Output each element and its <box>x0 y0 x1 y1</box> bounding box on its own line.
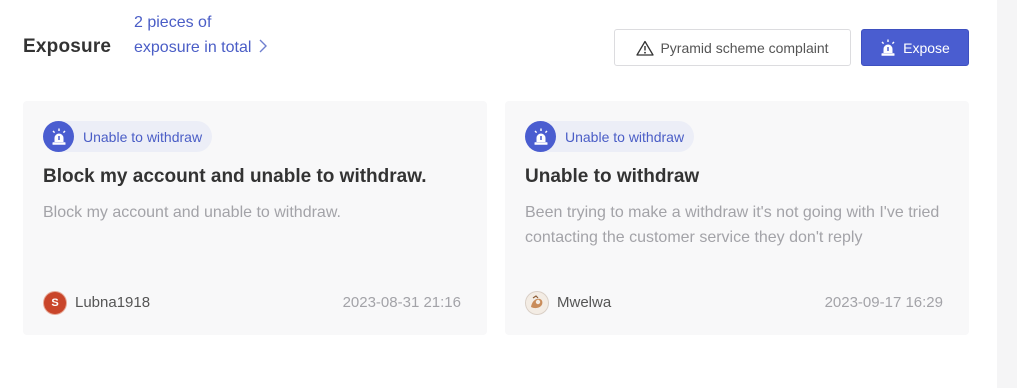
avatar-initial: S <box>51 297 59 309</box>
avatar[interactable] <box>526 292 548 314</box>
alarm-siren-icon <box>525 121 556 152</box>
exposure-header: Exposure 2 pieces of exposure in total P… <box>0 0 1000 95</box>
warning-triangle-icon <box>636 40 655 56</box>
alarm-siren-icon <box>43 121 74 152</box>
expose-button[interactable]: Expose <box>861 29 969 66</box>
author-name[interactable]: Lubna1918 <box>75 294 150 311</box>
expose-button-label: Expose <box>903 39 950 56</box>
exposure-count-link[interactable]: 2 pieces of exposure in total <box>134 10 252 60</box>
exposure-card[interactable]: Unable to withdraw Block my account and … <box>23 101 487 335</box>
category-tag[interactable]: Unable to withdraw <box>525 121 695 152</box>
exposure-card[interactable]: Unable to withdraw Unable to withdraw Be… <box>505 101 969 335</box>
category-tag[interactable]: Unable to withdraw <box>43 121 213 152</box>
post-date: 2023-08-31 21:16 <box>342 294 461 311</box>
chevron-right-icon[interactable] <box>256 38 270 54</box>
author-name[interactable]: Mwelwa <box>557 294 611 311</box>
category-tag-label: Unable to withdraw <box>83 128 203 145</box>
category-tag-label: Unable to withdraw <box>565 128 685 145</box>
card-body: Block my account and unable to withdraw. <box>43 204 341 221</box>
scrollbar-track[interactable] <box>997 0 1017 388</box>
pyramid-scheme-complaint-button[interactable]: Pyramid scheme complaint <box>614 29 851 66</box>
card-title[interactable]: Unable to withdraw <box>525 166 955 188</box>
section-title: Exposure <box>23 36 112 57</box>
card-title[interactable]: Block my account and unable to withdraw. <box>43 166 473 188</box>
alarm-siren-icon <box>881 39 895 56</box>
card-body: Been trying to make a withdraw it's not … <box>525 204 940 246</box>
post-date: 2023-09-17 16:29 <box>824 294 943 311</box>
complaint-button-label: Pyramid scheme complaint <box>660 39 829 56</box>
avatar-picture <box>526 292 548 314</box>
avatar[interactable]: S <box>44 292 66 314</box>
